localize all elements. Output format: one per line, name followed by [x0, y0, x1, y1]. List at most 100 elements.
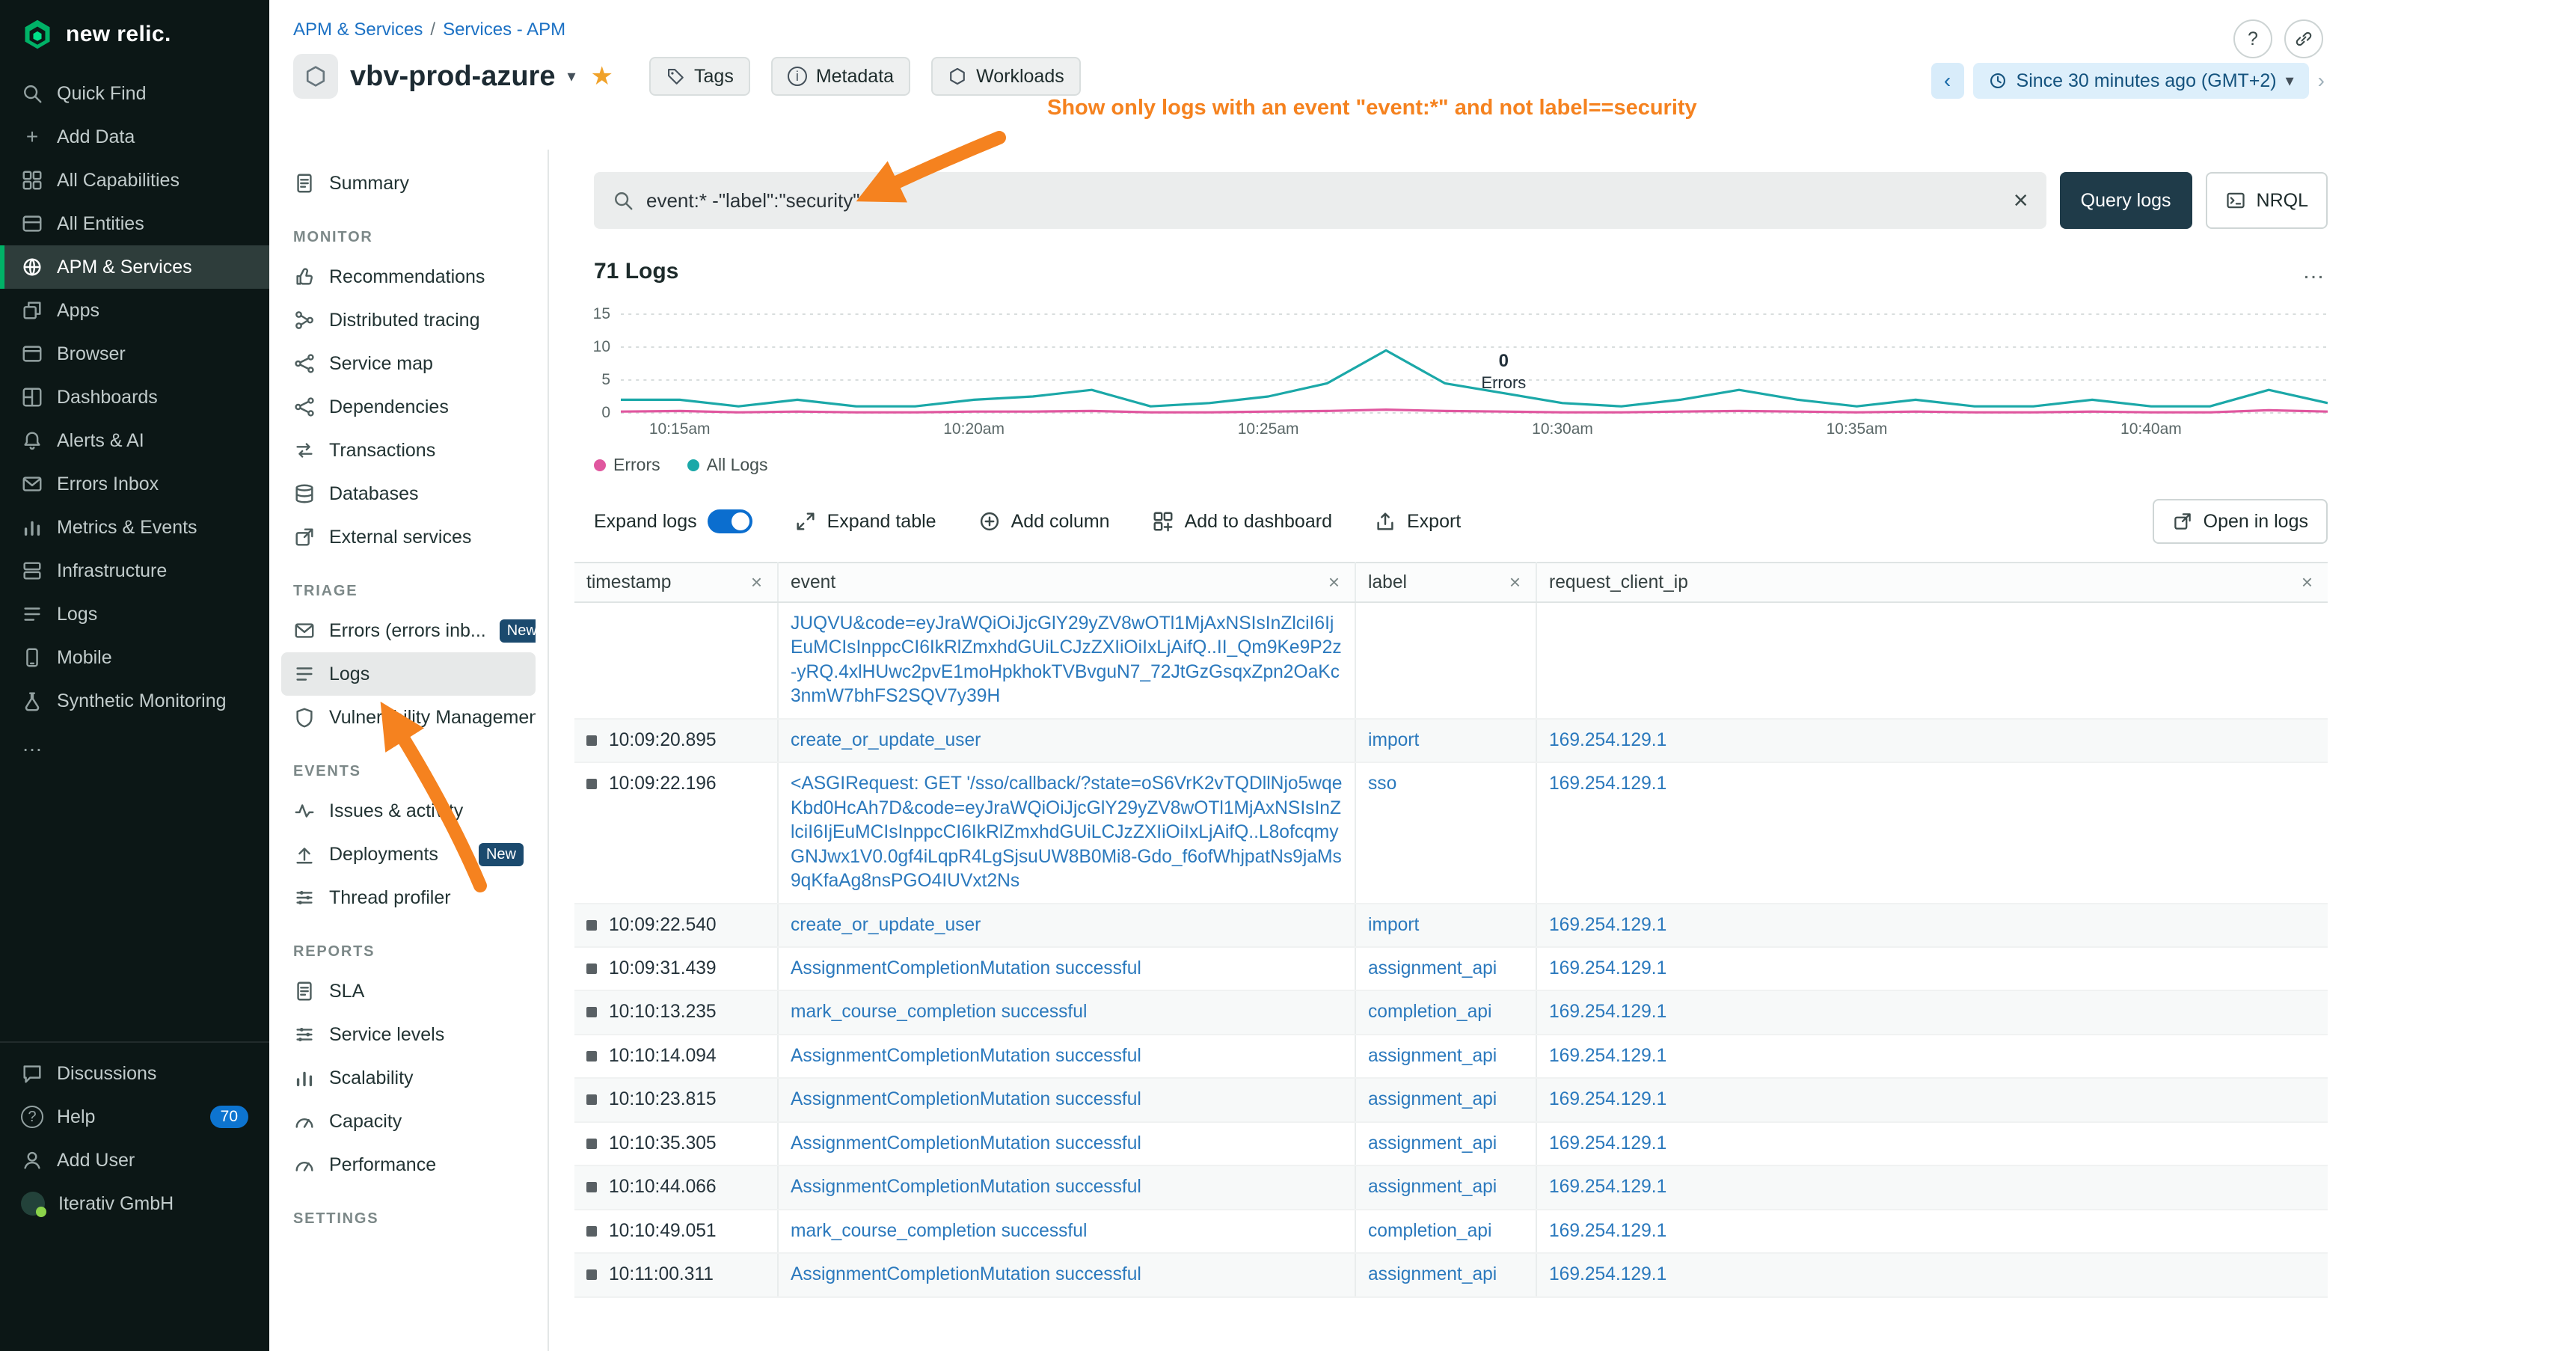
row-marker-icon[interactable] — [586, 1226, 597, 1237]
log-row[interactable]: 10:10:35.305AssignmentCompletionMutation… — [574, 1122, 2328, 1165]
event-link[interactable]: AssignmentCompletionMutation successful — [791, 958, 1141, 978]
apm-nav-issues-activity[interactable]: Issues & activity — [281, 789, 536, 833]
request-client-ip-link[interactable]: 169.254.129.1 — [1549, 1177, 1666, 1197]
legend-item-errors[interactable]: Errors — [594, 455, 660, 475]
apm-nav-databases[interactable]: Databases — [281, 472, 536, 515]
nrql-button[interactable]: NRQL — [2206, 172, 2328, 229]
sidebar-item-help[interactable]: ?Help70 — [0, 1095, 269, 1139]
request-client-ip-link[interactable]: 169.254.129.1 — [1549, 1002, 1666, 1022]
event-link[interactable]: AssignmentCompletionMutation successful — [791, 1264, 1141, 1284]
apm-nav-capacity[interactable]: Capacity — [281, 1100, 536, 1143]
legend-item-all-logs[interactable]: All Logs — [687, 455, 768, 475]
apm-nav-service-map[interactable]: Service map — [281, 342, 536, 385]
log-row[interactable]: 10:09:31.439AssignmentCompletionMutation… — [574, 947, 2328, 990]
sidebar-item-logs[interactable]: Logs — [0, 592, 269, 636]
sidebar-item-discussions[interactable]: Discussions — [0, 1052, 269, 1095]
log-row[interactable]: 10:10:49.051mark_course_completion succe… — [574, 1210, 2328, 1253]
query-logs-button[interactable]: Query logs — [2060, 172, 2192, 229]
label-link[interactable]: assignment_api — [1368, 1133, 1497, 1154]
request-client-ip-link[interactable]: 169.254.129.1 — [1549, 773, 1666, 794]
event-link[interactable]: AssignmentCompletionMutation successful — [791, 1133, 1141, 1154]
sidebar-item-synthetic-monitoring[interactable]: Synthetic Monitoring — [0, 679, 269, 723]
event-link[interactable]: mark_course_completion successful — [791, 1002, 1087, 1022]
apm-nav-service-levels[interactable]: Service levels — [281, 1013, 536, 1056]
sidebar-item-errors-inbox[interactable]: Errors Inbox — [0, 462, 269, 506]
log-row[interactable]: 10:11:00.311AssignmentCompletionMutation… — [574, 1253, 2328, 1296]
event-link[interactable]: mark_course_completion successful — [791, 1221, 1087, 1241]
tags-button[interactable]: Tags — [649, 57, 750, 96]
label-link[interactable]: completion_api — [1368, 1002, 1491, 1022]
remove-column-icon[interactable]: × — [2299, 571, 2316, 594]
sidebar-item-more[interactable]: … — [0, 723, 269, 766]
label-link[interactable]: completion_api — [1368, 1221, 1491, 1241]
log-row[interactable]: 10:09:22.540create_or_update_userimport1… — [574, 904, 2328, 947]
apm-nav-sla[interactable]: SLA — [281, 969, 536, 1013]
breadcrumb-link-services-apm[interactable]: Services - APM — [443, 19, 565, 40]
log-row[interactable]: 10:10:14.094AssignmentCompletionMutation… — [574, 1035, 2328, 1078]
time-forward-button[interactable]: › — [2318, 69, 2325, 93]
entity-chevron-down-icon[interactable]: ▾ — [567, 67, 575, 86]
sidebar-item-quick-find[interactable]: Quick Find — [0, 72, 269, 115]
sidebar-item-iterativ-gmbh[interactable]: Iterativ GmbH — [0, 1182, 269, 1225]
apm-nav-external-services[interactable]: External services — [281, 515, 536, 559]
row-marker-icon[interactable] — [586, 920, 597, 931]
row-marker-icon[interactable] — [586, 1182, 597, 1192]
sidebar-item-apps[interactable]: Apps — [0, 289, 269, 332]
apm-nav-deployments[interactable]: DeploymentsNew — [281, 833, 536, 876]
apm-nav-transactions[interactable]: Transactions — [281, 429, 536, 472]
favorite-star-icon[interactable]: ★ — [591, 61, 613, 91]
apm-nav-vulnerability-management[interactable]: Vulnerability Management — [281, 696, 536, 739]
request-client-ip-link[interactable]: 169.254.129.1 — [1549, 915, 1666, 935]
request-client-ip-link[interactable]: 169.254.129.1 — [1549, 958, 1666, 978]
time-picker-button[interactable]: Since 30 minutes ago (GMT+2) ▾ — [1973, 63, 2309, 99]
row-marker-icon[interactable] — [586, 1007, 597, 1017]
apm-nav-summary[interactable]: Summary — [281, 162, 536, 205]
log-row[interactable]: 10:10:44.066AssignmentCompletionMutation… — [574, 1165, 2328, 1209]
sidebar-item-alerts-ai[interactable]: Alerts & AI — [0, 419, 269, 462]
remove-column-icon[interactable]: × — [1506, 571, 1524, 594]
sidebar-item-add-user[interactable]: Add User — [0, 1139, 269, 1182]
row-marker-icon[interactable] — [586, 735, 597, 746]
request-client-ip-link[interactable]: 169.254.129.1 — [1549, 1046, 1666, 1066]
sidebar-item-dashboards[interactable]: Dashboards — [0, 376, 269, 419]
help-button[interactable]: ? — [2233, 19, 2272, 58]
label-link[interactable]: assignment_api — [1368, 958, 1497, 978]
event-link[interactable]: AssignmentCompletionMutation successful — [791, 1177, 1141, 1197]
sidebar-item-metrics-events[interactable]: Metrics & Events — [0, 506, 269, 549]
workloads-button[interactable]: Workloads — [931, 57, 1081, 96]
event-link[interactable]: JUQVU&code=eyJraWQiOiJjcGlY29yZV8wOTl1Mj… — [791, 613, 1342, 706]
apm-nav-thread-profiler[interactable]: Thread profiler — [281, 876, 536, 919]
log-row[interactable]: JUQVU&code=eyJraWQiOiJjcGlY29yZV8wOTl1Mj… — [574, 602, 2328, 719]
label-link[interactable]: assignment_api — [1368, 1046, 1497, 1066]
event-link[interactable]: AssignmentCompletionMutation successful — [791, 1046, 1141, 1066]
label-link[interactable]: assignment_api — [1368, 1089, 1497, 1109]
remove-column-icon[interactable]: × — [1325, 571, 1343, 594]
sidebar-item-add-data[interactable]: +Add Data — [0, 115, 269, 159]
apm-nav-distributed-tracing[interactable]: Distributed tracing — [281, 298, 536, 342]
row-marker-icon[interactable] — [586, 1051, 597, 1062]
apm-nav-recommendations[interactable]: Recommendations — [281, 255, 536, 298]
event-link[interactable]: create_or_update_user — [791, 730, 981, 750]
apm-nav-scalability[interactable]: Scalability — [281, 1056, 536, 1100]
request-client-ip-link[interactable]: 169.254.129.1 — [1549, 1264, 1666, 1284]
expand-logs-toggle[interactable]: Expand logs — [594, 509, 752, 533]
request-client-ip-link[interactable]: 169.254.129.1 — [1549, 730, 1666, 750]
sidebar-item-apm-services[interactable]: APM & Services — [0, 245, 269, 289]
sidebar-item-all-capabilities[interactable]: All Capabilities — [0, 159, 269, 202]
add-column-button[interactable]: Add column — [978, 510, 1110, 533]
export-button[interactable]: Export — [1374, 510, 1461, 533]
more-options-button[interactable]: … — [2302, 259, 2328, 284]
clear-search-icon[interactable]: × — [2014, 188, 2028, 213]
row-marker-icon[interactable] — [586, 1139, 597, 1149]
request-client-ip-link[interactable]: 169.254.129.1 — [1549, 1133, 1666, 1154]
log-row[interactable]: 10:09:22.196<ASGIRequest: GET '/sso/call… — [574, 762, 2328, 903]
time-back-button[interactable]: ‹ — [1931, 63, 1964, 99]
expand-table-button[interactable]: Expand table — [794, 510, 936, 533]
request-client-ip-link[interactable]: 169.254.129.1 — [1549, 1221, 1666, 1241]
label-link[interactable]: import — [1368, 730, 1419, 750]
sidebar-item-mobile[interactable]: Mobile — [0, 636, 269, 679]
metadata-button[interactable]: iMetadata — [771, 57, 910, 96]
add-to-dashboard-button[interactable]: Add to dashboard — [1152, 510, 1332, 533]
apm-nav-errors-errors-inb[interactable]: Errors (errors inb...New — [281, 609, 536, 652]
row-marker-icon[interactable] — [586, 1269, 597, 1280]
